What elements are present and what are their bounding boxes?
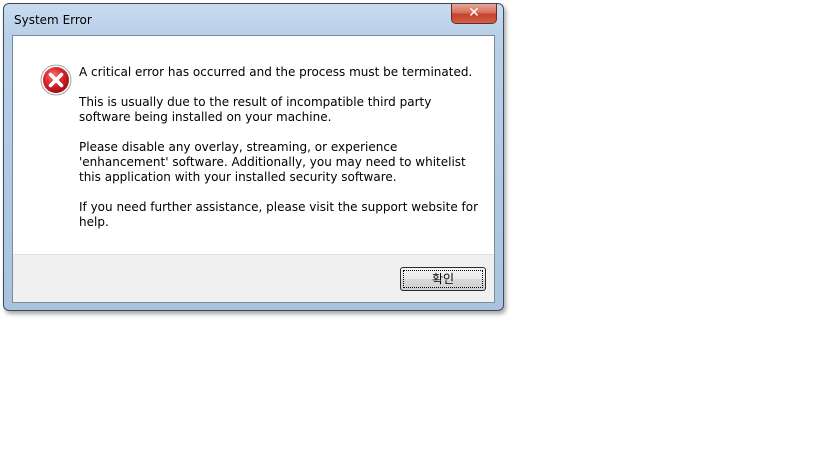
message-paragraph-3: Please disable any overlay, streaming, o… [79,140,466,184]
error-dialog-window: System Error ✕ A critical error has occu… [3,3,504,311]
dialog-footer: 확인 [13,254,494,302]
error-message: A critical error has occurred and the pr… [79,65,479,245]
ok-button[interactable]: 확인 [400,267,486,291]
message-paragraph-4: If you need further assistance, please v… [79,200,479,229]
close-button[interactable]: ✕ [451,4,497,24]
dialog-content: A critical error has occurred and the pr… [12,35,495,303]
message-paragraph-2: This is usually due to the result of inc… [79,95,432,124]
close-icon: ✕ [468,5,480,21]
message-paragraph-1: A critical error has occurred and the pr… [79,65,473,79]
error-icon [40,64,72,96]
ok-button-label: 확인 [431,272,455,286]
window-title: System Error [14,13,92,27]
